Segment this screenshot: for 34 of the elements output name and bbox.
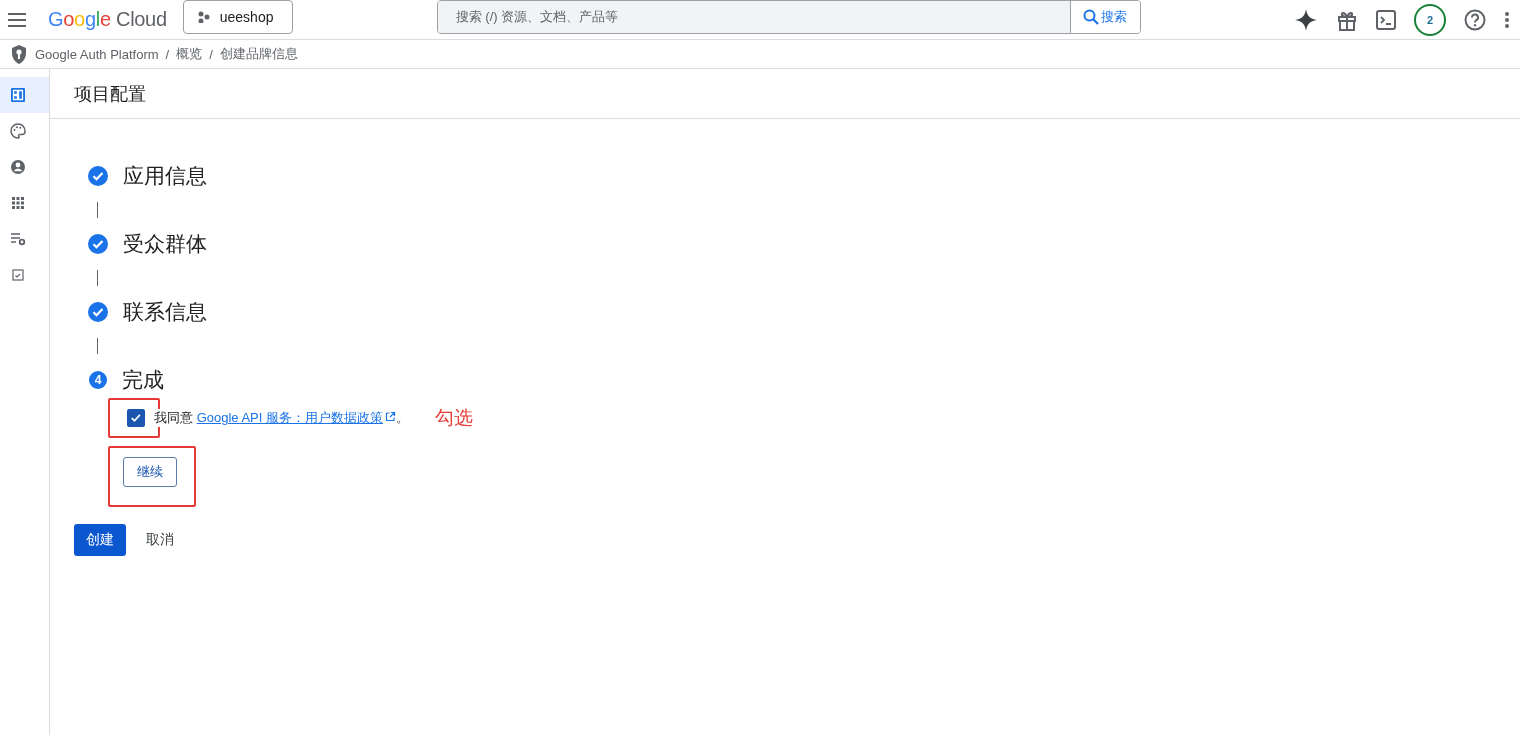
checkbox-icon	[9, 266, 27, 284]
more-icon[interactable]	[1504, 10, 1510, 29]
breadcrumb-separator: /	[209, 46, 213, 62]
project-selector[interactable]: ueeshop	[182, 0, 293, 34]
step-number: 4	[89, 371, 107, 389]
checkbox[interactable]	[127, 409, 145, 427]
step-title[interactable]: 应用信息	[123, 162, 207, 190]
breadcrumb-link[interactable]: 创建品牌信息	[219, 45, 298, 63]
policy-link[interactable]: Google API 服务：用户数据政策	[196, 410, 396, 425]
step-title[interactable]: 完成	[122, 366, 164, 394]
shield-key-icon	[10, 43, 28, 65]
menu-icon[interactable]	[8, 12, 26, 27]
page-title: 项目配置	[74, 82, 146, 106]
notification-count[interactable]: 2	[1414, 3, 1446, 36]
step-title[interactable]: 受众群体	[123, 230, 207, 258]
person-icon	[9, 158, 27, 176]
continue-button[interactable]: 继续	[123, 457, 177, 487]
dashboard-icon	[9, 86, 27, 104]
annotation-text: 勾选	[435, 406, 473, 430]
breadcrumb-link[interactable]: 概览	[176, 45, 203, 63]
palette-icon	[9, 122, 27, 140]
sidebar-item[interactable]	[0, 77, 49, 113]
breadcrumb-link[interactable]: Google Auth Platform	[35, 46, 159, 62]
grid-icon	[9, 194, 27, 212]
breadcrumb-separator: /	[165, 46, 170, 62]
help-icon[interactable]	[1464, 8, 1486, 31]
create-button[interactable]: 创建	[74, 524, 126, 556]
external-link-icon	[385, 411, 396, 422]
logo-text[interactable]: Google Cloud	[48, 8, 167, 31]
list-settings-icon	[9, 230, 27, 248]
nodes-icon	[197, 10, 210, 23]
step-title[interactable]: 联系信息	[123, 298, 207, 326]
terminal-icon[interactable]	[1376, 9, 1396, 30]
cancel-button[interactable]: 取消	[138, 525, 182, 555]
